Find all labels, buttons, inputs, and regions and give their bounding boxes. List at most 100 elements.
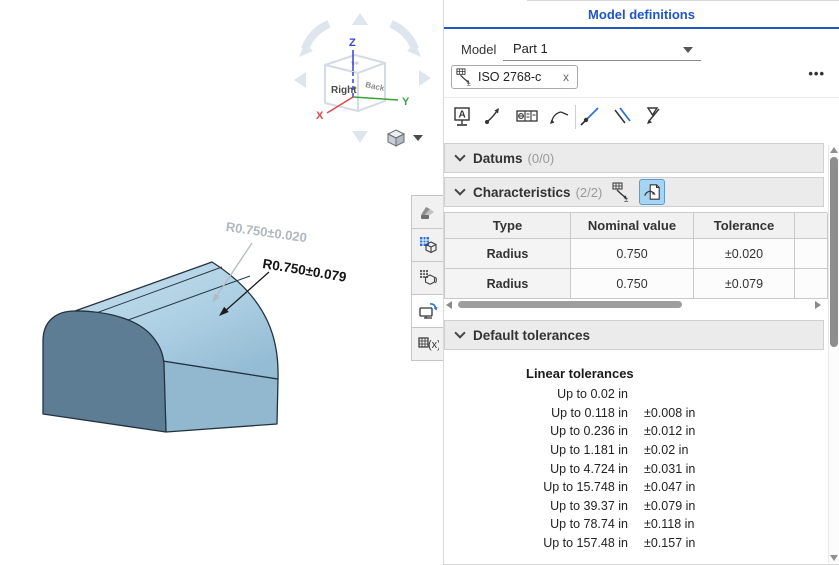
table-cell[interactable]: 0.750 [571, 239, 694, 269]
tolerance-text: ±0.047 in [644, 480, 695, 494]
linear-tolerances-title: Linear tolerances [526, 366, 634, 381]
range-text: Up to 1.181 in [444, 443, 628, 457]
rotate-down-arrow-icon [352, 131, 368, 143]
table-row[interactable]: Radius [445, 269, 571, 299]
model-select-value: Part 1 [513, 41, 548, 56]
x-axis-label: X [316, 110, 324, 122]
standard-chip-close-button[interactable]: x [561, 70, 571, 84]
profile-tolerance-tool-button[interactable] [638, 102, 666, 130]
scroll-down-arrow-icon[interactable] [830, 555, 838, 561]
overflow-menu-button[interactable]: ••• [808, 66, 825, 81]
line-dimension-tool-button[interactable] [576, 102, 604, 130]
angular-dimension-icon [547, 104, 571, 128]
feature-control-frame-tool-button[interactable] [513, 102, 541, 130]
display-style-caret-icon [413, 135, 423, 141]
datums-section-header[interactable]: Datums (0/0) [444, 143, 824, 173]
graphics-area[interactable]: R0.750±0.020 R0.750±0.079 Right Back Top… [0, 0, 443, 565]
range-text: Up to 157.48 in [444, 536, 628, 550]
display-style-button[interactable] [386, 126, 432, 150]
angular-dimension-tool-button[interactable] [545, 102, 573, 130]
default-tolerances-section-header[interactable]: Default tolerances [444, 320, 824, 350]
z-axis-label: Z [349, 37, 356, 49]
list-item: Up to 157.48 in ±0.157 in [444, 534, 784, 553]
tab-mesh-rotate[interactable] [411, 261, 444, 295]
datum-label-tool-button[interactable]: A [448, 102, 476, 130]
svg-text:(x): (x) [428, 339, 439, 351]
vertical-scroll-thumb[interactable] [830, 157, 838, 347]
list-item: Up to 15.748 in ±0.047 in [444, 478, 784, 497]
annotation-toolbar: A [444, 97, 839, 137]
rotate-right-arrow-icon [419, 70, 431, 86]
svg-text:±: ± [467, 79, 471, 86]
tolerance-table-icon: ± [456, 68, 474, 86]
panel-vertical-scrollbar[interactable] [828, 145, 839, 563]
standard-chip[interactable]: ± ISO 2768-c x [451, 65, 578, 89]
tolerance-text: ±0.012 in [644, 424, 695, 438]
tab-variables[interactable]: (x) [411, 327, 444, 361]
model-select-caret-icon [683, 47, 693, 53]
model-definitions-icon [418, 301, 438, 321]
column-header-nominal: Nominal value [571, 213, 694, 239]
table-cell[interactable]: 0.750 [571, 269, 694, 299]
table-row[interactable]: Radius [445, 239, 571, 269]
characteristics-section-label: Characteristics [473, 185, 571, 200]
column-header-partial [795, 213, 828, 239]
horizontal-scroll-thumb[interactable] [458, 301, 682, 308]
model-select[interactable]: Part 1 [503, 40, 701, 61]
add-default-tolerances-button[interactable]: ± [610, 180, 634, 204]
profile-tolerance-icon [640, 104, 664, 128]
datums-count-badge: (0/0) [528, 151, 555, 166]
rotate-left-arrow-icon [294, 72, 306, 88]
tab-appearance[interactable] [411, 195, 444, 229]
characteristics-count-badge: (2/2) [576, 185, 603, 200]
spin-left-arc-icon [305, 24, 329, 49]
range-text: Up to 0.02 in [444, 387, 628, 401]
range-text: Up to 0.118 in [444, 406, 628, 420]
model-definitions-panel: Model definitions Model Part 1 ± ISO 276… [443, 0, 839, 565]
leader-dimension-tool-button[interactable] [479, 102, 507, 130]
mesh-cube-rotate-icon [418, 268, 438, 288]
table-cell[interactable]: ±0.079 [694, 269, 795, 299]
y-axis-label: Y [402, 96, 410, 108]
scroll-up-arrow-icon[interactable] [830, 147, 838, 153]
line-point-icon [578, 104, 602, 128]
list-item: Up to 78.74 in ±0.118 in [444, 515, 784, 534]
table-cell[interactable]: ±0.020 [694, 239, 795, 269]
model-field-label: Model [461, 42, 496, 57]
svg-text:A: A [459, 110, 466, 121]
list-item: Up to 39.37 in ±0.079 in [444, 497, 784, 516]
standard-chip-label: ISO 2768-c [478, 70, 541, 84]
table-horizontal-scrollbar[interactable] [444, 299, 827, 310]
scroll-right-arrow-icon[interactable] [815, 301, 821, 309]
chevron-down-icon [454, 184, 465, 195]
feature-control-frame-icon [515, 104, 539, 128]
linear-tolerances-list: Up to 0.02 in Up to 0.118 in ±0.008 in U… [444, 385, 784, 552]
datums-section-label: Datums [473, 151, 523, 166]
title-accent-underline [444, 27, 839, 29]
panel-tab-strip: (x) [411, 196, 444, 361]
range-text: Up to 78.74 in [444, 517, 628, 531]
column-header-tolerance: Tolerance [694, 213, 795, 239]
tab-mesh-display[interactable] [411, 228, 444, 262]
panel-top-divider [527, 0, 839, 1]
list-item: Up to 1.181 in ±0.02 in [444, 441, 784, 460]
list-item: Up to 0.02 in [444, 385, 784, 404]
import-from-drawing-button[interactable] [639, 179, 665, 205]
shaded-cube-icon [386, 128, 406, 148]
range-text: Up to 15.748 in [444, 480, 628, 494]
range-text: Up to 0.236 in [444, 424, 628, 438]
list-item: Up to 0.118 in ±0.008 in [444, 404, 784, 423]
scroll-left-arrow-icon[interactable] [446, 301, 452, 309]
list-item: Up to 0.236 in ±0.012 in [444, 422, 784, 441]
chevron-down-icon [454, 150, 465, 161]
mesh-cube-icon [418, 235, 438, 255]
tab-model-definitions[interactable] [411, 294, 444, 328]
parallel-dimension-tool-button[interactable] [608, 102, 636, 130]
column-header-type: Type [445, 213, 571, 239]
tolerance-text: ±0.008 in [644, 406, 695, 420]
characteristics-section-header[interactable]: Characteristics (2/2) [444, 177, 824, 207]
tolerance-text: ±0.079 in [644, 499, 695, 513]
datum-label-icon: A [450, 104, 474, 128]
variables-table-icon: (x) [417, 334, 439, 354]
app-window: R0.750±0.020 R0.750±0.079 Right Back Top… [0, 0, 839, 565]
